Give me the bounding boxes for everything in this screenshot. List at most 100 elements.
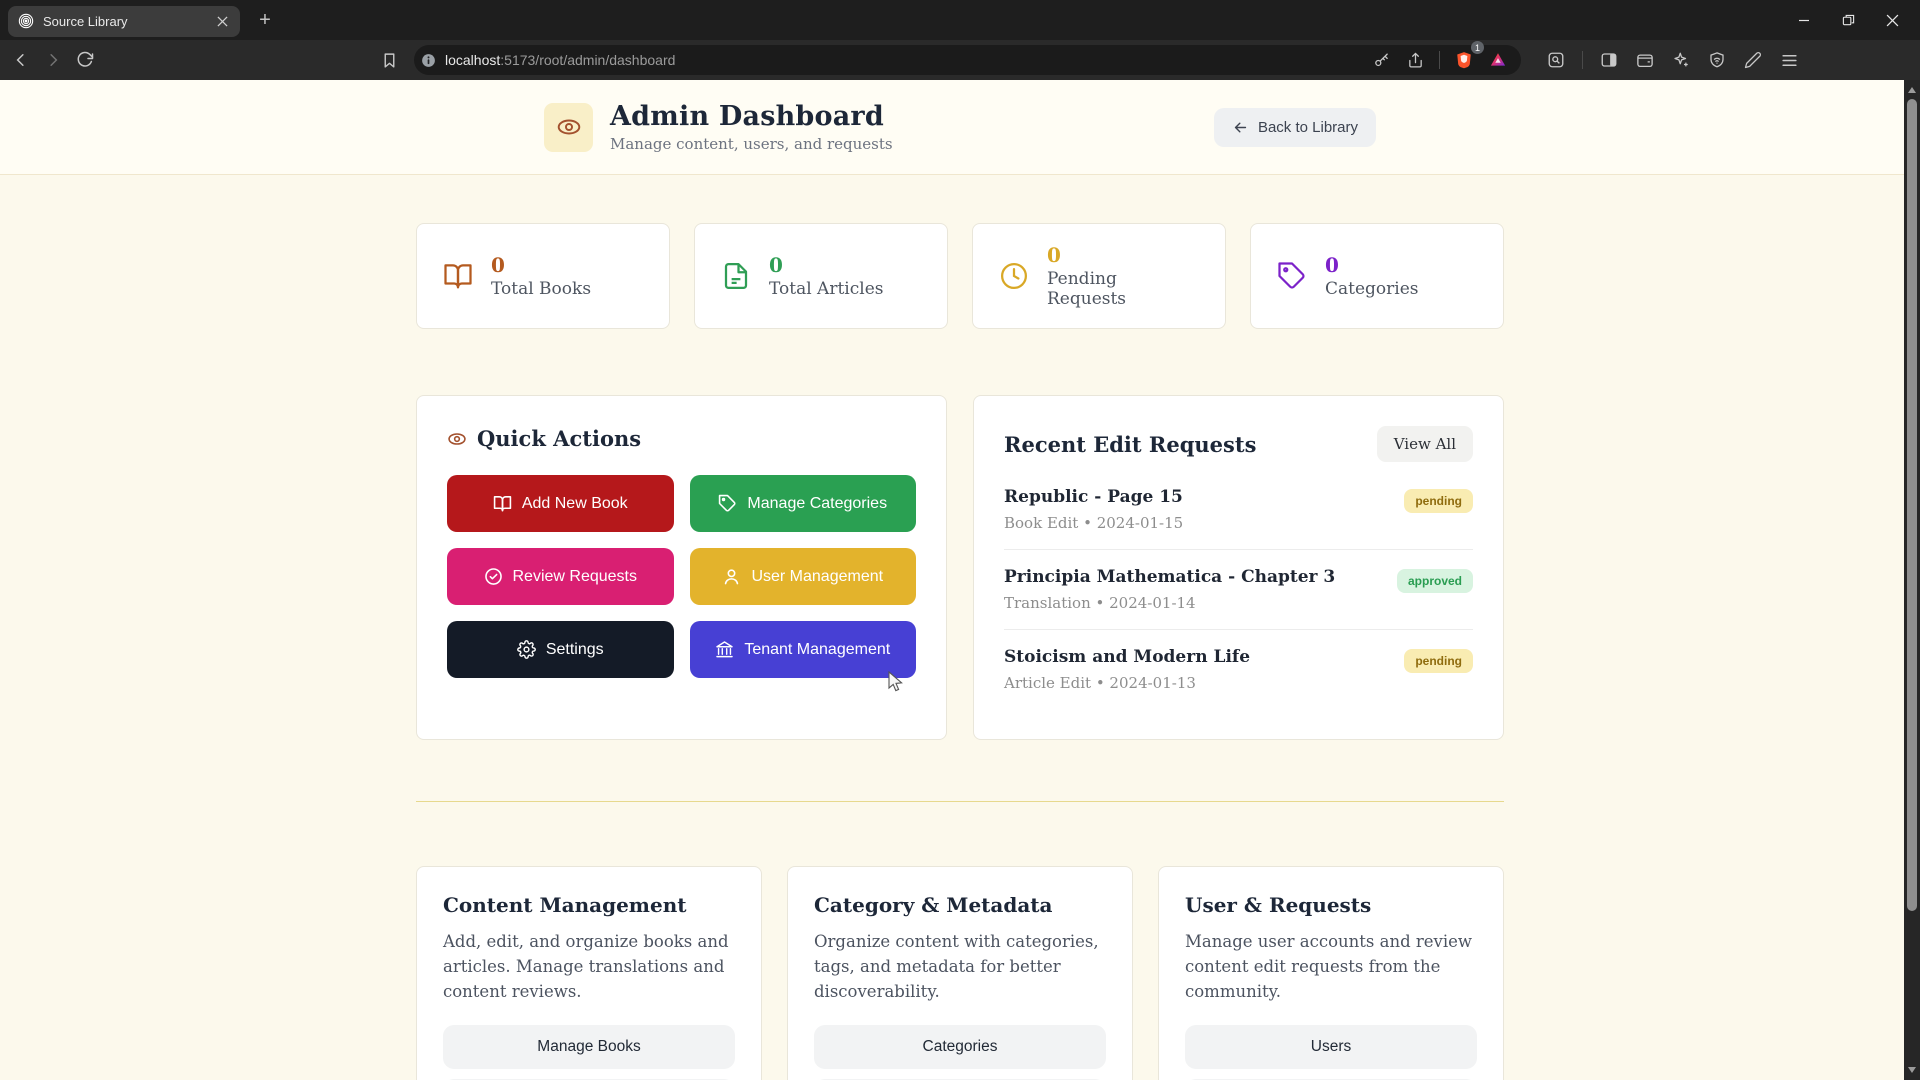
button-label: Review Requests bbox=[512, 567, 638, 585]
new-tab-button[interactable]: + bbox=[250, 5, 280, 35]
stat-label: Pending Requests bbox=[1047, 268, 1127, 309]
password-key-icon[interactable] bbox=[1366, 45, 1396, 75]
page-scrollbar[interactable] bbox=[1904, 80, 1920, 1080]
bank-icon bbox=[715, 640, 734, 659]
share-icon[interactable] bbox=[1400, 45, 1430, 75]
quick-actions-title: Quick Actions bbox=[477, 426, 642, 451]
scrollbar-thumb[interactable] bbox=[1907, 99, 1917, 911]
page-viewport: Admin Dashboard Manage content, users, a… bbox=[0, 80, 1920, 1080]
back-to-library-label: Back to Library bbox=[1257, 118, 1358, 136]
manage-books-button[interactable]: Manage Books bbox=[443, 1025, 735, 1070]
toolbar-divider bbox=[1582, 51, 1583, 69]
brave-rewards-icon[interactable] bbox=[1483, 45, 1513, 75]
stat-card-total-articles: 0 Total Articles bbox=[694, 223, 948, 329]
stat-value: 0 bbox=[769, 252, 783, 277]
user-management-button[interactable]: User Management bbox=[689, 548, 916, 605]
tab-bar: Source Library + bbox=[0, 0, 1920, 40]
bookmark-icon[interactable] bbox=[374, 45, 404, 75]
settings-button[interactable]: Settings bbox=[447, 621, 674, 678]
view-all-button[interactable]: View All bbox=[1376, 426, 1473, 462]
status-badge: pending bbox=[1404, 649, 1473, 673]
restore-window-icon[interactable] bbox=[1826, 0, 1870, 40]
file-icon bbox=[721, 261, 751, 291]
stat-value: 0 bbox=[1047, 242, 1061, 267]
button-label: Manage Categories bbox=[747, 494, 888, 512]
section-title: Content Management bbox=[443, 893, 687, 917]
user-requests-card: User & Requests Manage user accounts and… bbox=[1158, 866, 1504, 1080]
request-meta: Book Edit • 2024-01-15 bbox=[1004, 514, 1184, 532]
section-title: User & Requests bbox=[1185, 893, 1372, 917]
url-path: :5173/root/admin/dashboard bbox=[500, 52, 676, 68]
edit-pencil-icon[interactable] bbox=[1738, 45, 1768, 75]
sidebar-icon[interactable] bbox=[1594, 45, 1624, 75]
vpn-shield-icon[interactable] bbox=[1702, 45, 1732, 75]
forward-nav-icon[interactable] bbox=[38, 45, 68, 75]
reload-icon[interactable] bbox=[70, 45, 100, 75]
categories-button[interactable]: Categories bbox=[814, 1025, 1106, 1070]
section-description: Organize content with categories, tags, … bbox=[814, 932, 1099, 1001]
leo-ai-sparkles-icon[interactable] bbox=[1666, 45, 1696, 75]
request-list-item[interactable]: Principia Mathematica - Chapter 3 Transl… bbox=[1004, 550, 1473, 630]
category-metadata-card: Category & Metadata Organize content wit… bbox=[787, 866, 1133, 1080]
favicon-concentric-circles-icon bbox=[18, 13, 34, 29]
tag-icon bbox=[718, 494, 737, 513]
stat-card-categories: 0 Categories bbox=[1250, 223, 1504, 329]
add-new-book-button[interactable]: Add New Book bbox=[447, 475, 674, 532]
section-description: Manage user accounts and review content … bbox=[1185, 932, 1473, 1001]
tab-title: Source Library bbox=[43, 13, 128, 29]
request-title: Republic - Page 15 bbox=[1004, 487, 1183, 507]
quick-actions-panel: Quick Actions Add New Book Manage Catego… bbox=[416, 395, 947, 740]
tenant-management-button[interactable]: Tenant Management bbox=[689, 621, 916, 678]
request-list-item[interactable]: Stoicism and Modern Life Article Edit • … bbox=[1004, 630, 1473, 709]
request-title: Principia Mathematica - Chapter 3 bbox=[1004, 567, 1336, 587]
toolbar-right-actions bbox=[1541, 45, 1910, 75]
button-label: Add New Book bbox=[521, 494, 628, 512]
stat-label: Categories bbox=[1325, 278, 1419, 299]
request-meta: Translation • 2024-01-14 bbox=[1004, 594, 1196, 612]
manage-categories-button[interactable]: Manage Categories bbox=[689, 475, 916, 532]
url-text[interactable]: localhost:5173/root/admin/dashboard bbox=[445, 52, 1366, 68]
stat-card-total-books: 0 Total Books bbox=[416, 223, 670, 329]
section-title: Category & Metadata bbox=[814, 893, 1053, 917]
url-host: localhost bbox=[445, 52, 501, 68]
gear-icon bbox=[517, 640, 536, 659]
scrollbar-up-arrow-icon[interactable] bbox=[1904, 82, 1920, 98]
button-label: Settings bbox=[545, 640, 604, 658]
users-button[interactable]: Users bbox=[1185, 1025, 1477, 1070]
request-title: Stoicism and Modern Life bbox=[1004, 647, 1251, 667]
recent-edit-requests-panel: Recent Edit Requests View All Republic -… bbox=[973, 395, 1504, 740]
stat-label: Total Articles bbox=[769, 278, 884, 299]
menu-hamburger-icon[interactable] bbox=[1774, 45, 1804, 75]
stats-row: 0 Total Books 0 Total Articles 0 Pending… bbox=[416, 223, 1504, 329]
check-circle-icon bbox=[484, 567, 503, 586]
back-nav-icon[interactable] bbox=[6, 45, 36, 75]
scrollbar-down-arrow-icon[interactable] bbox=[1904, 1062, 1920, 1078]
window-controls bbox=[1782, 0, 1914, 40]
arrow-left-icon bbox=[1232, 119, 1249, 136]
button-label: User Management bbox=[751, 567, 884, 585]
wallet-icon[interactable] bbox=[1630, 45, 1660, 75]
url-bar[interactable]: localhost:5173/root/admin/dashboard 1 bbox=[414, 41, 1521, 75]
toolbar-divider bbox=[1439, 51, 1440, 69]
close-window-icon[interactable] bbox=[1870, 0, 1914, 40]
close-tab-icon[interactable] bbox=[212, 11, 232, 31]
status-badge: pending bbox=[1404, 489, 1473, 513]
stat-value: 0 bbox=[1325, 252, 1339, 277]
browser-tab[interactable]: Source Library bbox=[8, 5, 240, 37]
site-info-icon[interactable] bbox=[420, 52, 437, 69]
browser-toolbar: localhost:5173/root/admin/dashboard 1 bbox=[0, 40, 1920, 80]
brave-shields-icon[interactable]: 1 bbox=[1449, 41, 1484, 75]
minimize-window-icon[interactable] bbox=[1782, 0, 1826, 40]
search-panel-icon[interactable] bbox=[1541, 45, 1571, 75]
review-requests-button[interactable]: Review Requests bbox=[447, 548, 674, 605]
stat-label: Total Books bbox=[491, 278, 592, 299]
stat-value: 0 bbox=[491, 252, 505, 277]
browser-window: Source Library + localhost:5173/root/adm… bbox=[0, 0, 1920, 1080]
back-to-library-button[interactable]: Back to Library bbox=[1213, 107, 1376, 147]
book-icon bbox=[493, 494, 512, 513]
shields-count-badge: 1 bbox=[1471, 41, 1484, 54]
book-icon bbox=[443, 261, 473, 291]
section-description: Add, edit, and organize books and articl… bbox=[443, 932, 729, 1001]
user-icon bbox=[722, 567, 741, 586]
request-list-item[interactable]: Republic - Page 15 Book Edit • 2024-01-1… bbox=[1004, 470, 1473, 550]
